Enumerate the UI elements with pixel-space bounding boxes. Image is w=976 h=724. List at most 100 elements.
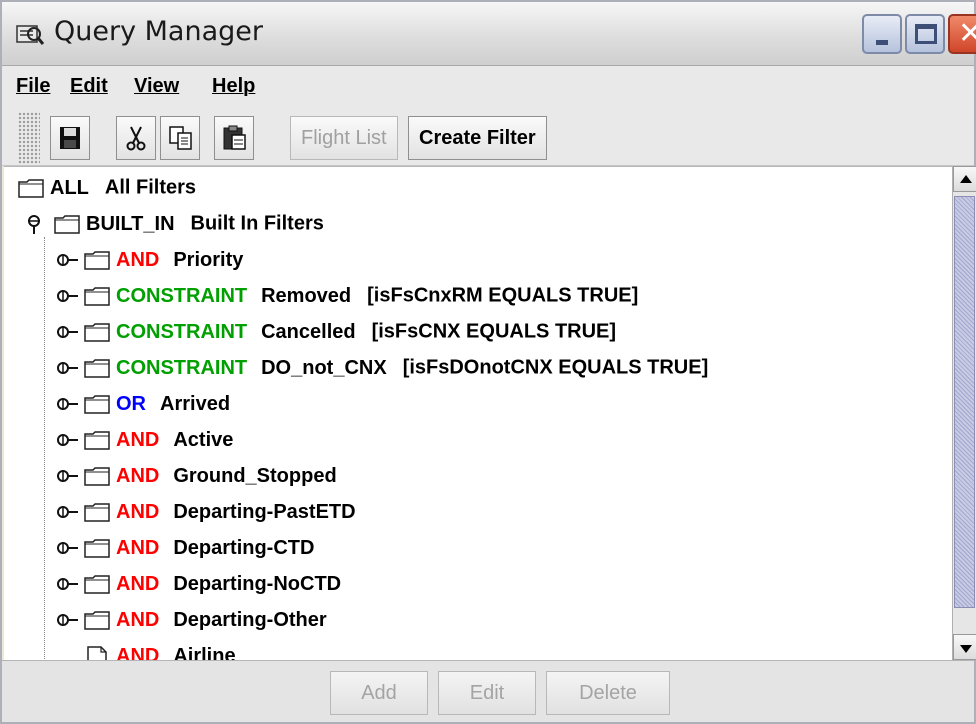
filter-tree[interactable]: ALL All Filters BUILT_IN Built In Filters … xyxy=(4,166,952,660)
operator-constraint: CONSTRAINT xyxy=(116,356,248,379)
copy-icon xyxy=(169,126,192,150)
collapsed-toggle-icon[interactable] xyxy=(56,286,78,306)
expanded-toggle-icon[interactable] xyxy=(26,214,48,234)
collapsed-toggle-icon[interactable] xyxy=(56,610,78,630)
tree-node-filter[interactable]: AND Departing-Other xyxy=(56,601,343,637)
collapsed-toggle-icon[interactable] xyxy=(56,466,78,486)
collapsed-toggle-icon[interactable] xyxy=(56,394,78,414)
tree-node-all[interactable]: ALL All Filters xyxy=(18,169,196,205)
filter-condition: [isFsCNX EQUALS TRUE] xyxy=(371,320,617,343)
folder-icon xyxy=(84,358,110,378)
folder-icon xyxy=(84,430,110,450)
filter-label: Priority xyxy=(173,248,244,271)
tree-node-filter[interactable]: AND Active xyxy=(56,421,249,457)
edit-button[interactable]: Edit xyxy=(438,671,536,715)
tree-node-filter[interactable]: CONSTRAINT DO_not_CNX [isFsDOnotCNX EQUALS… xyxy=(56,349,708,385)
tree-node-filter-leaf[interactable]: AND Airline xyxy=(84,637,252,660)
filter-label: Active xyxy=(173,428,234,451)
operator-and: AND xyxy=(116,536,160,559)
folder-icon xyxy=(84,574,110,594)
filter-label: Departing-PastETD xyxy=(173,500,356,523)
flight-list-button[interactable]: Flight List xyxy=(290,116,398,160)
add-button[interactable]: Add xyxy=(330,671,428,715)
collapsed-toggle-icon[interactable] xyxy=(56,250,78,270)
scroll-up-button[interactable] xyxy=(953,166,976,192)
arrow-down-icon xyxy=(960,645,972,653)
save-button[interactable] xyxy=(50,116,90,160)
document-icon xyxy=(87,645,107,660)
create-filter-button[interactable]: Create Filter xyxy=(408,116,547,160)
menu-view[interactable]: View xyxy=(134,75,179,98)
operator-and: AND xyxy=(116,644,160,660)
close-button[interactable]: ✕ xyxy=(948,14,976,54)
folder-icon xyxy=(84,322,110,342)
folder-icon xyxy=(18,178,44,198)
folder-icon xyxy=(84,286,110,306)
tree-node-filter[interactable]: CONSTRAINT Cancelled [isFsCNX EQUALS TRUE] xyxy=(56,313,616,349)
scroll-down-button[interactable] xyxy=(953,634,976,660)
scroll-thumb[interactable] xyxy=(954,196,975,608)
menu-file[interactable]: File xyxy=(16,75,50,98)
tree-node-filter[interactable]: AND Ground_Stopped xyxy=(56,457,353,493)
vertical-scrollbar[interactable] xyxy=(952,166,976,660)
filter-label: DO_not_CNX xyxy=(261,356,387,379)
collapsed-toggle-icon[interactable] xyxy=(56,502,78,522)
collapsed-toggle-icon[interactable] xyxy=(56,322,78,342)
tree-node-label: All Filters xyxy=(104,176,197,199)
filter-label: Departing-NoCTD xyxy=(173,572,342,595)
save-icon xyxy=(60,127,80,149)
tree-node-code: ALL xyxy=(50,176,89,199)
paste-icon xyxy=(223,125,246,150)
folder-icon xyxy=(84,502,110,522)
copy-button[interactable] xyxy=(160,116,200,160)
menu-bar: File Edit View Help xyxy=(2,66,974,110)
folder-icon xyxy=(84,538,110,558)
folder-icon xyxy=(84,250,110,270)
folder-icon xyxy=(84,466,110,486)
operator-constraint: CONSTRAINT xyxy=(116,284,248,307)
cut-icon xyxy=(126,126,146,151)
maximize-button[interactable] xyxy=(905,14,945,54)
collapsed-toggle-icon[interactable] xyxy=(56,574,78,594)
collapsed-toggle-icon[interactable] xyxy=(56,430,78,450)
tree-node-filter[interactable]: AND Priority xyxy=(56,241,259,277)
collapsed-toggle-icon[interactable] xyxy=(56,358,78,378)
tree-node-filter[interactable]: OR Arrived xyxy=(56,385,246,421)
tree-node-built-in[interactable]: BUILT_IN Built In Filters xyxy=(26,205,324,241)
filter-label: Ground_Stopped xyxy=(173,464,337,487)
operator-and: AND xyxy=(116,464,160,487)
tree-connector-line xyxy=(44,237,45,660)
filter-label: Arrived xyxy=(160,392,231,415)
title-bar[interactable]: Query Manager ✕ xyxy=(2,2,976,66)
tree-node-filter[interactable]: AND Departing-PastETD xyxy=(56,493,372,529)
filter-label: Cancelled xyxy=(261,320,356,343)
menu-help[interactable]: Help xyxy=(212,75,255,98)
query-manager-icon xyxy=(16,22,45,46)
paste-button[interactable] xyxy=(214,116,254,160)
operator-or: OR xyxy=(116,392,146,415)
collapsed-toggle-icon[interactable] xyxy=(56,538,78,558)
minimize-button[interactable] xyxy=(862,14,902,54)
operator-and: AND xyxy=(116,500,160,523)
window-title: Query Manager xyxy=(54,16,263,47)
tree-node-filter[interactable]: AND Departing-NoCTD xyxy=(56,565,357,601)
toolbar: Flight List Create Filter xyxy=(2,110,974,166)
folder-icon xyxy=(54,214,80,234)
filter-condition: [isFsCnxRM EQUALS TRUE] xyxy=(367,284,639,307)
query-manager-window: Query Manager ✕ File Edit View Help Flig… xyxy=(0,0,976,724)
toolbar-grip[interactable] xyxy=(18,112,40,164)
operator-constraint: CONSTRAINT xyxy=(116,320,248,343)
folder-icon xyxy=(84,394,110,414)
filter-condition: [isFsDOnotCNX EQUALS TRUE] xyxy=(402,356,709,379)
filter-label: Removed xyxy=(261,284,352,307)
filter-label: Departing-CTD xyxy=(173,536,315,559)
tree-node-code: BUILT_IN xyxy=(86,212,175,235)
tree-node-filter[interactable]: CONSTRAINT Removed [isFsCnxRM EQUALS TRUE] xyxy=(56,277,638,313)
arrow-up-icon xyxy=(960,175,972,183)
operator-and: AND xyxy=(116,608,160,631)
operator-and: AND xyxy=(116,428,160,451)
delete-button[interactable]: Delete xyxy=(546,671,670,715)
menu-edit[interactable]: Edit xyxy=(70,75,108,98)
cut-button[interactable] xyxy=(116,116,156,160)
tree-node-filter[interactable]: AND Departing-CTD xyxy=(56,529,330,565)
